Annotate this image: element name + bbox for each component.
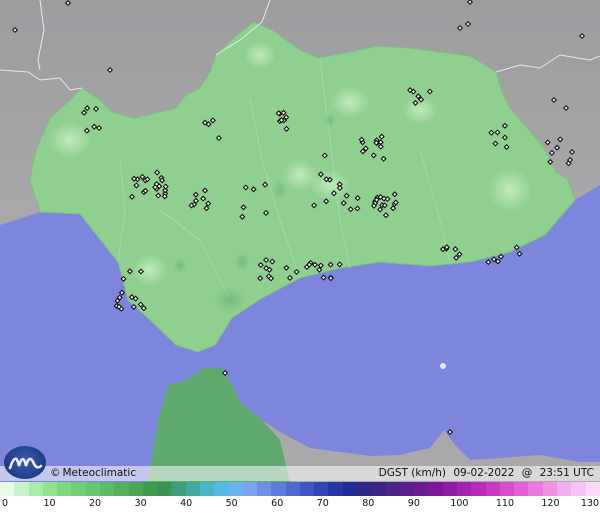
- layer-info: DGST (km/h) 09-02-2022 @ 23:51 UTC: [375, 466, 594, 481]
- attribution: © Meteoclimatic: [50, 466, 136, 481]
- date-label: 09-02-2022: [453, 467, 515, 479]
- legend-tick-0: 0: [1, 498, 9, 509]
- color-legend: 0 10 20 30 40 50 60 70 80 90 100 110 120 130: [0, 482, 600, 517]
- legend-color-9: [128, 482, 143, 496]
- legend-tick-100: 100: [450, 498, 469, 509]
- legend-color-6: [85, 482, 100, 496]
- legend-color-37: [528, 482, 543, 496]
- legend-color-3: [42, 482, 58, 496]
- legend-color-28: [399, 482, 415, 496]
- legend-color-29: [414, 482, 429, 496]
- map-view[interactable]: © Meteoclimatic DGST (km/h) 09-02-2022 @ …: [0, 0, 600, 517]
- legend-color-26: [371, 482, 386, 496]
- legend-tick-30: 30: [134, 498, 147, 509]
- legend-color-23: [328, 482, 343, 496]
- legend-color-21: [299, 482, 315, 496]
- legend-color-40: [571, 482, 586, 496]
- logo-wave-icon: [8, 457, 43, 470]
- legend-tick-80: 80: [362, 498, 375, 509]
- island-marker: [440, 363, 446, 369]
- legend-color-25: [357, 482, 372, 496]
- legend-color-0: [0, 482, 15, 496]
- legend-color-30: [428, 482, 443, 496]
- legend-color-7: [99, 482, 115, 496]
- legend-color-4: [57, 482, 72, 496]
- legend-color-39: [556, 482, 572, 496]
- legend-ticks: 0 10 20 30 40 50 60 70 80 90 100 110 120 130: [0, 498, 600, 512]
- legend-color-33: [471, 482, 486, 496]
- legend-color-27: [385, 482, 400, 496]
- legend-tick-60: 60: [271, 498, 284, 509]
- legend-color-34: [485, 482, 500, 496]
- legend-tick-20: 20: [89, 498, 102, 509]
- legend-color-36: [514, 482, 529, 496]
- legend-color-8: [114, 482, 129, 496]
- legend-color-1: [14, 482, 29, 496]
- legend-color-24: [342, 482, 358, 496]
- legend-color-15: [214, 482, 229, 496]
- legend-tick-40: 40: [180, 498, 193, 509]
- legend-color-13: [185, 482, 200, 496]
- legend-color-22: [314, 482, 329, 496]
- legend-tick-50: 50: [225, 498, 238, 509]
- legend-color-12: [171, 482, 186, 496]
- meteoclimatic-logo[interactable]: [4, 446, 46, 479]
- legend-color-38: [542, 482, 557, 496]
- legend-color-scale: [0, 482, 600, 496]
- time-label: 23:51 UTC: [539, 467, 594, 479]
- legend-color-14: [199, 482, 215, 496]
- legend-tick-90: 90: [407, 498, 420, 509]
- legend-color-32: [457, 482, 472, 496]
- legend-color-10: [142, 482, 158, 496]
- legend-color-2: [28, 482, 43, 496]
- legend-tick-70: 70: [316, 498, 329, 509]
- copyright-symbol: ©: [50, 467, 61, 479]
- variable-label: DGST (km/h): [378, 467, 447, 479]
- legend-color-19: [271, 482, 286, 496]
- legend-color-5: [71, 482, 86, 496]
- attribution-text: Meteoclimatic: [62, 467, 137, 479]
- legend-color-17: [242, 482, 258, 496]
- legend-tick-120: 120: [541, 498, 560, 509]
- legend-color-11: [157, 482, 172, 496]
- legend-tick-10: 10: [43, 498, 56, 509]
- at-symbol: @: [521, 467, 533, 479]
- weather-map[interactable]: [0, 0, 600, 482]
- legend-color-41: [585, 482, 600, 496]
- legend-color-20: [285, 482, 300, 496]
- legend-tick-130: 130: [580, 498, 600, 509]
- legend-color-31: [442, 482, 457, 496]
- legend-tick-110: 110: [495, 498, 514, 509]
- legend-color-16: [228, 482, 243, 496]
- legend-color-35: [499, 482, 515, 496]
- legend-color-18: [257, 482, 272, 496]
